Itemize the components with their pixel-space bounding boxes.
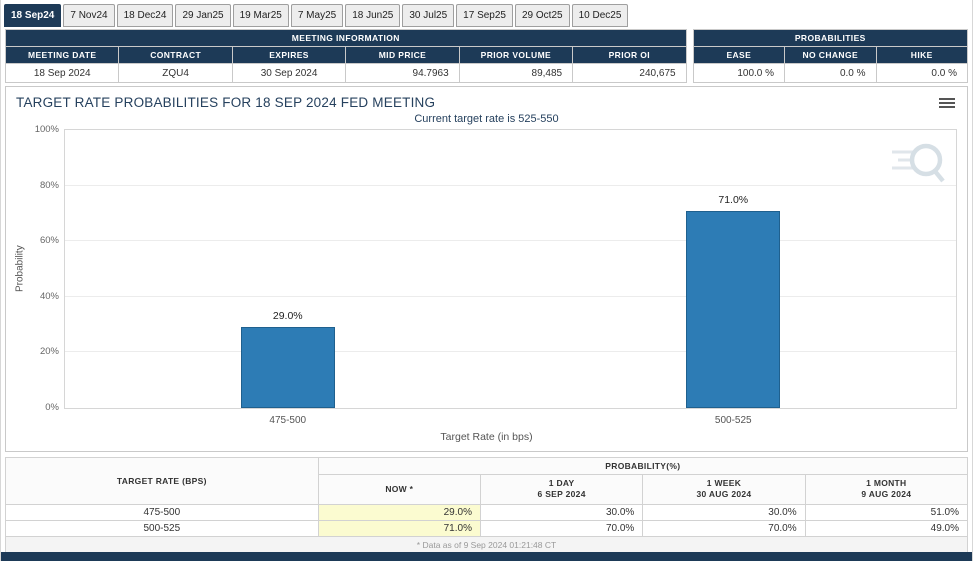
gridline: [65, 351, 956, 352]
meeting-info-table: MEETING INFORMATION MEETING DATECONTRACT…: [5, 29, 687, 83]
tab-19-mar25[interactable]: 19 Mar25: [233, 4, 289, 27]
meeting-info-value: 240,675: [573, 64, 686, 83]
meeting-info-header-row: MEETING DATECONTRACTEXPIRESMID PRICEPRIO…: [6, 47, 687, 64]
history-now-value: 71.0%: [318, 520, 480, 536]
fedwatch-page: { "tabs": { "items": [ {"label": "18 Sep…: [0, 0, 973, 561]
history-value: 30.0%: [643, 504, 805, 520]
meeting-info-value-row: 18 Sep 2024ZQU430 Sep 202494.796389,4852…: [6, 64, 687, 83]
y-tick-label: 40%: [17, 291, 59, 302]
meeting-info-col-header: PRIOR OI: [573, 47, 686, 64]
history-value: 70.0%: [643, 520, 805, 536]
y-tick-label: 100%: [17, 124, 59, 135]
bar-475-500: [241, 327, 335, 408]
meeting-info-col-header: MID PRICE: [346, 47, 459, 64]
history-rate: 475-500: [6, 504, 319, 520]
meeting-info-value: 30 Sep 2024: [232, 64, 345, 83]
rate-column-header: TARGET RATE (BPS): [6, 458, 319, 505]
history-col-header-line2: 30 AUG 2024: [647, 489, 800, 500]
meeting-info-col-header: EXPIRES: [232, 47, 345, 64]
target-rate-chart-panel: TARGET RATE PROBABILITIES FOR 18 SEP 202…: [5, 86, 968, 452]
probability-group-header: PROBABILITY(%): [318, 458, 967, 475]
history-section: TARGET RATE (BPS) PROBABILITY(%) NOW * 1 …: [5, 457, 968, 554]
tab-29-jan25[interactable]: 29 Jan25: [175, 4, 230, 27]
meeting-info-col-header: PRIOR VOLUME: [459, 47, 572, 64]
meeting-info-value: 89,485: [459, 64, 572, 83]
bar-500-525: [686, 211, 780, 408]
probabilities-col-header: EASE: [693, 47, 784, 64]
history-now-value: 29.0%: [318, 504, 480, 520]
gridline: [65, 296, 956, 297]
tab-17-sep25[interactable]: 17 Sep25: [456, 4, 513, 27]
history-value: 70.0%: [480, 520, 642, 536]
meeting-info-title: MEETING INFORMATION: [6, 30, 687, 47]
tab-7-nov24[interactable]: 7 Nov24: [63, 4, 114, 27]
history-col-header: 1 WEEK30 AUG 2024: [643, 475, 805, 505]
history-col-header: NOW *: [318, 475, 480, 505]
meeting-info-col-header: CONTRACT: [119, 47, 232, 64]
probabilities-value: 100.0 %: [693, 64, 784, 83]
x-axis-title: Target Rate (in bps): [6, 431, 967, 443]
probabilities-value: 0.0 %: [876, 64, 967, 83]
summary-tables: MEETING INFORMATION MEETING DATECONTRACT…: [5, 29, 968, 83]
history-col-header: 1 DAY6 SEP 2024: [480, 475, 642, 505]
gridline: [65, 185, 956, 186]
bar-value-label: 29.0%: [228, 310, 348, 322]
history-col-header-line2: 6 SEP 2024: [485, 489, 638, 500]
history-row: 500-52571.0%70.0%70.0%49.0%: [6, 520, 968, 536]
history-value: 30.0%: [480, 504, 642, 520]
probabilities-title: PROBABILITIES: [693, 30, 967, 47]
tab-29-oct25[interactable]: 29 Oct25: [515, 4, 570, 27]
probabilities-col-header: HIKE: [876, 47, 967, 64]
meeting-info-value: 18 Sep 2024: [6, 64, 119, 83]
history-table: TARGET RATE (BPS) PROBABILITY(%) NOW * 1 …: [5, 457, 968, 537]
meeting-info-col-header: MEETING DATE: [6, 47, 119, 64]
probabilities-col-header: NO CHANGE: [785, 47, 876, 64]
x-tick-label: 500-525: [673, 415, 793, 426]
history-row: 475-50029.0%30.0%30.0%51.0%: [6, 504, 968, 520]
meeting-tabbar: 18 Sep247 Nov2418 Dec2429 Jan2519 Mar257…: [1, 0, 972, 27]
meeting-info-value: ZQU4: [119, 64, 232, 83]
history-value: 49.0%: [805, 520, 967, 536]
history-col-header-line1: 1 DAY: [485, 478, 638, 489]
tab-18-jun25[interactable]: 18 Jun25: [345, 4, 400, 27]
history-col-header-line1: NOW *: [323, 484, 476, 495]
history-col-header-line2: 9 AUG 2024: [810, 489, 963, 500]
y-tick-label: 20%: [17, 346, 59, 357]
tab-18-dec24[interactable]: 18 Dec24: [117, 4, 174, 27]
y-axis-title: Probability: [13, 130, 27, 408]
tab-18-sep24[interactable]: 18 Sep24: [4, 4, 61, 27]
meeting-info-value: 94.7963: [346, 64, 459, 83]
chart-plot-area: Probability 0%20%40%60%80%100%29.0%475-5…: [64, 129, 957, 409]
history-col-header-line1: 1 WEEK: [647, 478, 800, 489]
probabilities-value: 0.0 %: [785, 64, 876, 83]
probabilities-table: PROBABILITIES EASENO CHANGEHIKE 100.0 %0…: [693, 29, 968, 83]
history-table-body: 475-50029.0%30.0%30.0%51.0%500-52571.0%7…: [6, 504, 968, 536]
y-tick-label: 0%: [17, 402, 59, 413]
tab-7-may25[interactable]: 7 May25: [291, 4, 343, 27]
chart-title: TARGET RATE PROBABILITIES FOR 18 SEP 202…: [16, 95, 435, 110]
y-tick-label: 80%: [17, 180, 59, 191]
x-tick-label: 475-500: [228, 415, 348, 426]
probabilities-header-row: EASENO CHANGEHIKE: [693, 47, 967, 64]
bottom-navy-bar: [1, 552, 972, 561]
tab-30-jul25[interactable]: 30 Jul25: [402, 4, 454, 27]
y-tick-label: 60%: [17, 235, 59, 246]
bar-value-label: 71.0%: [673, 194, 793, 206]
chart-menu-icon[interactable]: [939, 96, 955, 110]
history-col-header: 1 MONTH9 AUG 2024: [805, 475, 967, 505]
history-value: 51.0%: [805, 504, 967, 520]
gridline: [65, 240, 956, 241]
tab-10-dec25[interactable]: 10 Dec25: [572, 4, 629, 27]
probabilities-value-row: 100.0 %0.0 %0.0 %: [693, 64, 967, 83]
history-col-header-line1: 1 MONTH: [810, 478, 963, 489]
history-rate: 500-525: [6, 520, 319, 536]
chart-subtitle: Current target rate is 525-550: [6, 113, 967, 125]
